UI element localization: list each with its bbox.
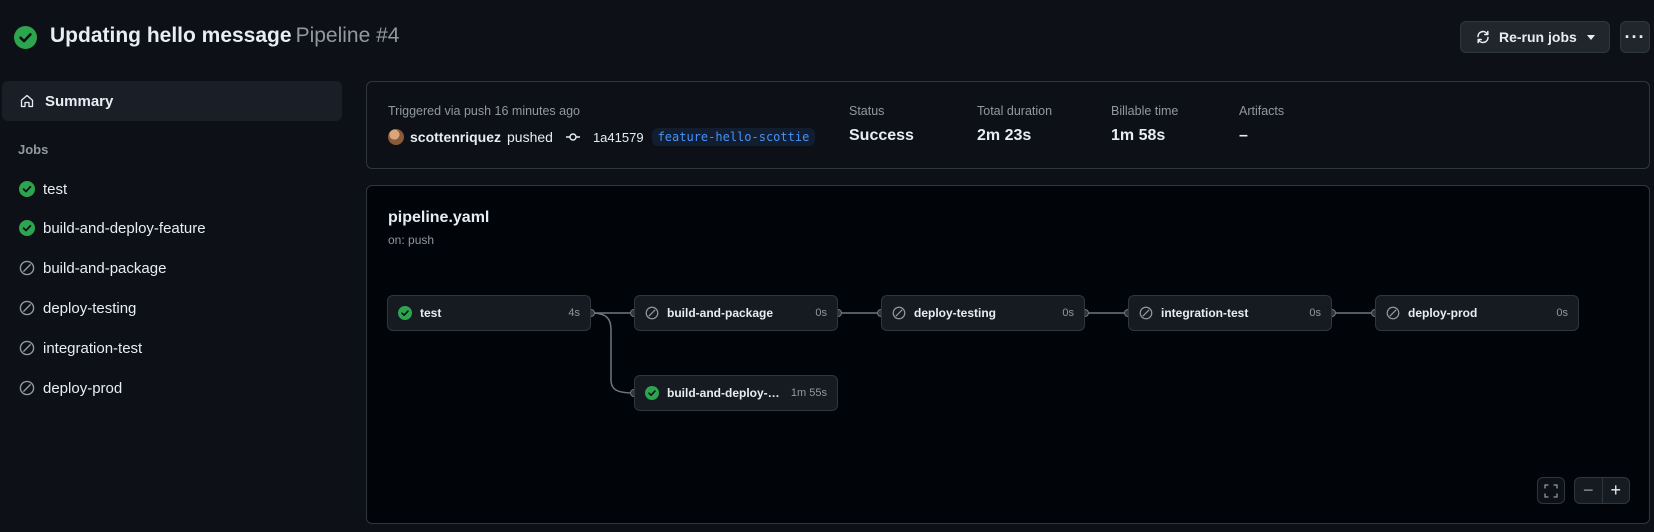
sidebar-item-summary[interactable]: Summary	[2, 81, 342, 121]
more-options-button[interactable]: ···	[1620, 21, 1650, 53]
sidebar-job-build-and-package[interactable]: build-and-package	[2, 252, 342, 284]
branch-label[interactable]: feature-hello-scottie	[651, 128, 816, 146]
billable-time-label: Billable time	[1111, 104, 1179, 118]
graph-node-integration-test[interactable]: integration-test 0s	[1128, 295, 1332, 331]
zoom-out-button[interactable]: −	[1575, 478, 1602, 503]
sidebar-job-label: build-and-deploy-feature	[43, 219, 206, 237]
avatar	[388, 129, 404, 145]
graph-node-deploy-testing[interactable]: deploy-testing 0s	[881, 295, 1085, 331]
workflow-run-title: Updating hello message	[50, 24, 292, 47]
node-name: deploy-prod	[1408, 306, 1478, 320]
trigger-details: scottenriquez pushed 1a41579 feature-hel…	[388, 128, 816, 146]
billable-time-value: 1m 58s	[1111, 127, 1166, 144]
screen-full-icon	[1544, 483, 1558, 498]
skipped-icon	[1386, 306, 1400, 320]
node-duration: 0s	[815, 307, 827, 319]
node-duration: 0s	[1062, 307, 1074, 319]
sidebar-item-label: Summary	[45, 92, 114, 110]
skipped-icon	[19, 300, 35, 316]
artifacts-label: Artifacts	[1239, 104, 1285, 118]
page-title: Updating hello message Pipeline #4	[50, 24, 399, 48]
sidebar-job-label: deploy-prod	[43, 379, 123, 397]
fit-to-screen-button[interactable]	[1537, 477, 1565, 504]
total-duration-label: Total duration	[977, 104, 1053, 118]
node-name: build-and-deploy-feat...	[667, 386, 783, 400]
workflow-graph-panel	[366, 185, 1650, 524]
success-check-icon	[398, 306, 412, 320]
rerun-jobs-label: Re-run jobs	[1499, 29, 1577, 45]
sidebar-job-deploy-testing[interactable]: deploy-testing	[2, 292, 342, 324]
total-duration-value: 2m 23s	[977, 127, 1032, 144]
skipped-icon	[892, 306, 906, 320]
skipped-icon	[19, 340, 35, 356]
sidebar-job-integration-test[interactable]: integration-test	[2, 332, 342, 364]
graph-node-build-and-deploy-feature[interactable]: build-and-deploy-feat... 1m 55s	[634, 375, 838, 411]
jobs-heading: Jobs	[18, 142, 49, 157]
sidebar-job-test[interactable]: test	[2, 173, 342, 205]
success-check-icon	[19, 181, 35, 197]
node-duration: 0s	[1556, 307, 1568, 319]
success-check-icon	[645, 386, 659, 400]
graph-node-test[interactable]: test 4s	[387, 295, 591, 331]
git-commit-icon	[565, 133, 580, 141]
status-label: Status	[849, 104, 885, 118]
zoom-controls: − +	[1574, 477, 1630, 504]
skipped-icon	[1139, 306, 1153, 320]
sync-icon	[1477, 30, 1489, 44]
sidebar-job-label: integration-test	[43, 339, 143, 357]
rerun-jobs-button[interactable]: Re-run jobs	[1460, 21, 1610, 53]
commit-sha-link[interactable]: 1a41579	[593, 130, 644, 145]
trigger-text: Triggered via push 16 minutes ago	[388, 104, 581, 118]
node-duration: 4s	[568, 307, 580, 319]
graph-node-build-and-package[interactable]: build-and-package 0s	[634, 295, 838, 331]
node-duration: 1m 55s	[790, 387, 827, 399]
sidebar-job-label: test	[43, 180, 68, 198]
status-value: Success	[849, 127, 914, 144]
skipped-icon	[19, 380, 35, 396]
zoom-in-button[interactable]: +	[1601, 478, 1630, 503]
success-check-icon	[14, 26, 37, 49]
sidebar-job-label: build-and-package	[43, 259, 167, 277]
artifacts-value: –	[1239, 127, 1248, 144]
node-duration: 0s	[1309, 307, 1321, 319]
actor-link[interactable]: scottenriquez	[410, 129, 501, 145]
workflow-trigger: on: push	[388, 233, 435, 247]
run-summary-card	[366, 81, 1650, 169]
sidebar-job-label: deploy-testing	[43, 299, 137, 317]
sidebar-job-deploy-prod[interactable]: deploy-prod	[2, 372, 342, 404]
skipped-icon	[19, 260, 35, 276]
action-text: pushed	[507, 129, 553, 145]
skipped-icon	[645, 306, 659, 320]
kebab-icon: ···	[1624, 26, 1646, 47]
workflow-file-name: pipeline.yaml	[388, 209, 490, 226]
node-name: test	[420, 306, 442, 320]
pipeline-number: Pipeline #4	[295, 24, 400, 47]
home-icon	[20, 94, 34, 108]
graph-node-deploy-prod[interactable]: deploy-prod 0s	[1375, 295, 1579, 331]
node-name: deploy-testing	[914, 306, 997, 320]
chevron-down-icon	[1586, 34, 1595, 40]
success-check-icon	[19, 220, 35, 236]
node-name: build-and-package	[667, 306, 774, 320]
node-name: integration-test	[1161, 306, 1249, 320]
sidebar-job-build-and-deploy-feature[interactable]: build-and-deploy-feature	[2, 212, 342, 244]
